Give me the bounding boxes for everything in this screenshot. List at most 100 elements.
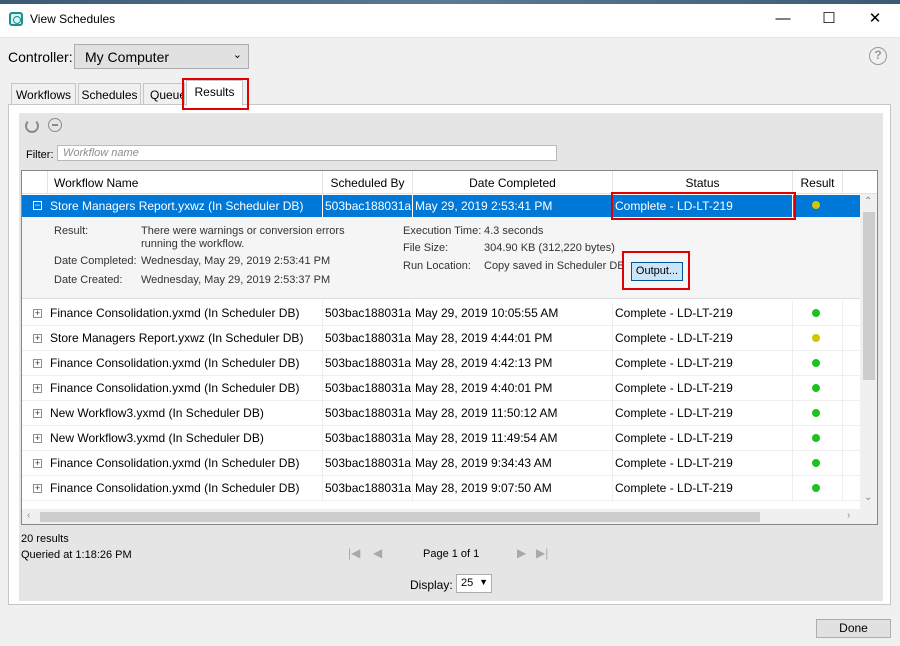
column-workflow-name[interactable]: Workflow Name xyxy=(48,171,323,194)
next-page-icon[interactable]: ▶ xyxy=(517,546,526,560)
chevron-down-icon: ⌄ xyxy=(232,49,242,61)
app-icon xyxy=(9,12,23,26)
horizontal-scroll-thumb[interactable] xyxy=(40,512,760,522)
row-workflow-name: New Workflow3.yxmd (In Scheduler DB) xyxy=(48,401,323,426)
row-workflow-name: Finance Consolidation.yxmd (In Scheduler… xyxy=(48,451,323,476)
row-date-completed: May 28, 2019 11:50:12 AM xyxy=(413,401,613,426)
vertical-scrollbar[interactable]: ⌃ ⌄ xyxy=(860,194,877,509)
row-detail-panel: Result: There were warnings or conversio… xyxy=(22,217,860,299)
detail-date-created-value: Wednesday, May 29, 2019 2:53:37 PM xyxy=(141,274,331,286)
close-button[interactable]: ✕ xyxy=(852,4,898,34)
row-date-completed: May 28, 2019 4:44:01 PM xyxy=(413,326,613,351)
column-scheduled-by[interactable]: Scheduled By xyxy=(323,171,413,194)
scroll-left-icon[interactable]: ‹ xyxy=(27,510,30,521)
queried-time: Queried at 1:18:26 PM xyxy=(21,549,132,561)
row-workflow-name: Finance Consolidation.yxmd (In Scheduler… xyxy=(48,476,323,501)
filter-input[interactable]: Workflow name xyxy=(57,145,557,161)
row-scheduled-by: 503bac188031a xyxy=(323,351,413,376)
table-row[interactable]: + New Workflow3.yxmd (In Scheduler DB) 503… xyxy=(22,401,860,426)
row-workflow-name: Store Managers Report.yxwz (In Scheduler… xyxy=(48,195,323,217)
result-indicator xyxy=(812,484,820,492)
row-workflow-name: New Workflow3.yxmd (In Scheduler DB) xyxy=(48,426,323,451)
detail-result-line2: running the workflow. xyxy=(141,238,245,250)
table-row[interactable]: + Store Managers Report.yxwz (In Schedule… xyxy=(22,326,860,351)
results-tab-highlight xyxy=(182,78,249,110)
column-status[interactable]: Status xyxy=(613,171,793,194)
expand-icon[interactable]: + xyxy=(33,359,42,368)
expand-icon[interactable]: + xyxy=(33,334,42,343)
scroll-down-icon[interactable]: ⌄ xyxy=(864,492,872,503)
row-scheduled-by: 503bac188031a xyxy=(323,476,413,501)
stop-icon[interactable] xyxy=(48,118,62,132)
results-count: 20 results xyxy=(21,533,69,545)
column-result[interactable]: Result xyxy=(793,171,843,194)
row-date-completed: May 28, 2019 4:42:13 PM xyxy=(413,351,613,376)
detail-size-label: File Size: xyxy=(403,242,449,254)
page-indicator: Page 1 of 1 xyxy=(423,548,480,560)
help-icon[interactable]: ? xyxy=(869,47,887,65)
row-scheduled-by: 503bac188031a xyxy=(323,195,413,217)
refresh-icon[interactable] xyxy=(25,119,39,133)
row-scheduled-by: 503bac188031a xyxy=(323,451,413,476)
expand-icon[interactable]: + xyxy=(33,384,42,393)
detail-location-label: Run Location: xyxy=(403,260,471,272)
horizontal-scrollbar[interactable]: ‹ › xyxy=(22,509,877,524)
row-scheduled-by: 503bac188031a xyxy=(323,326,413,351)
column-date-completed[interactable]: Date Completed xyxy=(413,171,613,194)
status-highlight xyxy=(611,192,796,220)
output-button-highlight xyxy=(622,251,690,290)
scroll-up-icon[interactable]: ⌃ xyxy=(864,196,872,207)
row-date-completed: May 28, 2019 9:34:43 AM xyxy=(413,451,613,476)
maximize-button[interactable]: ☐ xyxy=(806,4,852,34)
filter-label: Filter: xyxy=(26,149,54,161)
controller-label: Controller: xyxy=(8,49,73,65)
expand-icon[interactable]: + xyxy=(33,459,42,468)
detail-result-line1: There were warnings or conversion errors xyxy=(141,225,345,237)
window-title: View Schedules xyxy=(30,12,116,26)
collapse-icon[interactable]: − xyxy=(33,201,42,210)
row-status: Complete - LD-LT-219 xyxy=(613,426,793,451)
title-bar: View Schedules — ☐ ✕ xyxy=(0,0,900,38)
minimize-button[interactable]: — xyxy=(760,4,806,34)
controller-select[interactable]: My Computer ⌄ xyxy=(74,44,249,69)
detail-date-created-label: Date Created: xyxy=(54,274,123,286)
row-scheduled-by: 503bac188031a xyxy=(323,426,413,451)
previous-page-icon[interactable]: ◀ xyxy=(373,546,382,560)
result-indicator xyxy=(812,384,820,392)
table-row[interactable]: + Finance Consolidation.yxmd (In Schedule… xyxy=(22,376,860,401)
first-page-icon[interactable]: |◀ xyxy=(348,546,360,560)
table-row[interactable]: + New Workflow3.yxmd (In Scheduler DB) 503… xyxy=(22,426,860,451)
display-value: 25 xyxy=(461,577,474,589)
row-workflow-name: Finance Consolidation.yxmd (In Scheduler… xyxy=(48,301,323,326)
expand-column-header xyxy=(22,171,48,194)
row-workflow-name: Finance Consolidation.yxmd (In Scheduler… xyxy=(48,351,323,376)
display-label: Display: xyxy=(410,578,453,592)
row-status: Complete - LD-LT-219 xyxy=(613,326,793,351)
tab-queue[interactable]: Queue xyxy=(143,83,185,105)
expand-icon[interactable]: + xyxy=(33,409,42,418)
row-date-completed: May 28, 2019 4:40:01 PM xyxy=(413,376,613,401)
table-row[interactable]: + Finance Consolidation.yxmd (In Schedule… xyxy=(22,351,860,376)
vertical-scroll-thumb[interactable] xyxy=(863,212,875,380)
display-select[interactable]: 25 ▼ xyxy=(456,574,492,593)
table-row[interactable]: + Finance Consolidation.yxmd (In Schedule… xyxy=(22,451,860,476)
result-indicator xyxy=(812,459,820,467)
last-page-icon[interactable]: ▶| xyxy=(536,546,548,560)
results-grid: Workflow Name Scheduled By Date Complete… xyxy=(21,170,878,525)
row-date-completed: May 28, 2019 9:07:50 AM xyxy=(413,476,613,501)
result-indicator xyxy=(812,434,820,442)
tab-workflows[interactable]: Workflows xyxy=(11,83,76,105)
row-workflow-name: Store Managers Report.yxwz (In Scheduler… xyxy=(48,326,323,351)
scroll-right-icon[interactable]: › xyxy=(847,510,850,521)
expand-icon[interactable]: + xyxy=(33,309,42,318)
view-schedules-window: View Schedules — ☐ ✕ Controller: My Comp… xyxy=(0,0,900,646)
table-row[interactable]: + Finance Consolidation.yxmd (In Schedule… xyxy=(22,476,860,501)
row-status: Complete - LD-LT-219 xyxy=(613,401,793,426)
row-workflow-name: Finance Consolidation.yxmd (In Scheduler… xyxy=(48,376,323,401)
expand-icon[interactable]: + xyxy=(33,484,42,493)
table-row[interactable]: + Finance Consolidation.yxmd (In Schedule… xyxy=(22,301,860,326)
expand-icon[interactable]: + xyxy=(33,434,42,443)
done-button[interactable]: Done xyxy=(816,619,891,638)
detail-result-label: Result: xyxy=(54,225,89,237)
tab-schedules[interactable]: Schedules xyxy=(78,83,141,105)
